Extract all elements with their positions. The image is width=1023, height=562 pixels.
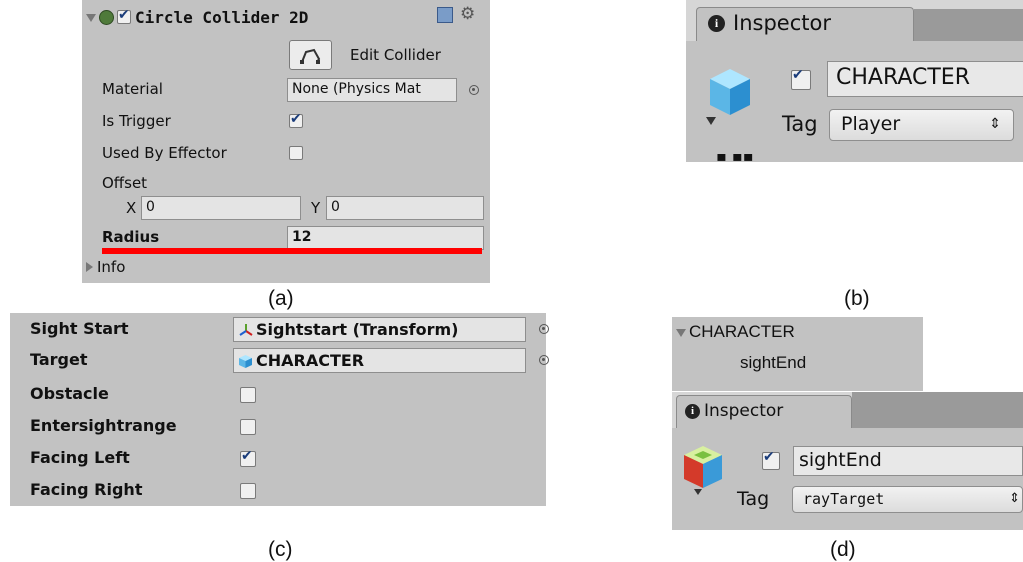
sight-start-picker-icon[interactable] [539, 324, 549, 334]
tag-label: Tag [737, 488, 770, 510]
inspector-body: sightEnd Tag rayTarget ⇕ [672, 428, 1023, 530]
info-icon: i [685, 404, 700, 419]
edit-collider-icon [300, 48, 321, 64]
material-label: Material [102, 80, 163, 98]
sight-start-value: Sightstart (Transform) [256, 320, 459, 339]
edit-collider-label: Edit Collider [350, 46, 441, 64]
hierarchy-foldout-arrow-icon[interactable] [676, 329, 686, 337]
caption-d: (d) [830, 538, 856, 561]
hierarchy-child-item[interactable]: sightEnd [740, 353, 806, 373]
caption-c: (c) [268, 538, 293, 561]
offset-x-label: X [126, 199, 137, 217]
active-checkbox[interactable] [791, 67, 811, 90]
entersightrange-label: Entersightrange [30, 416, 177, 435]
inspector-body: CHARACTER Tag Player ⇕ ▪ ▪▪ [686, 41, 1023, 162]
gameobject-cube-icon [706, 69, 750, 125]
help-book-icon[interactable] [437, 7, 453, 23]
script-fields-panel: Sight Start Sightstart (Transform) Targe… [10, 313, 549, 506]
is-trigger-checkbox[interactable] [289, 111, 303, 128]
transform-axis-icon [239, 324, 253, 336]
obstacle-label: Obstacle [30, 384, 109, 403]
sight-start-label: Sight Start [30, 319, 129, 338]
offset-y-field[interactable]: 0 [326, 196, 484, 220]
target-label: Target [30, 350, 88, 369]
clipped-next-row: ▪ ▪▪ [716, 154, 756, 162]
info-label: Info [97, 258, 126, 276]
hierarchy-parent-item[interactable]: CHARACTER [689, 322, 795, 342]
component-enabled-checkbox[interactable] [117, 7, 131, 24]
facing-left-checkbox[interactable] [240, 448, 256, 467]
offset-x-field[interactable]: 0 [141, 196, 301, 220]
tag-dropdown[interactable]: Player ⇕ [829, 109, 1014, 141]
used-by-effector-label: Used By Effector [102, 144, 227, 162]
gameobject-multicolor-cube-icon [684, 446, 722, 495]
entersightrange-checkbox[interactable] [240, 419, 256, 435]
gameobject-cube-icon [239, 355, 252, 368]
facing-right-label: Facing Right [30, 480, 143, 499]
sight-start-field[interactable]: Sightstart (Transform) [233, 317, 526, 342]
hierarchy-panel: CHARACTER sightEnd [672, 317, 923, 391]
info-foldout-arrow-icon[interactable] [86, 262, 93, 272]
tag-value: Player [841, 113, 901, 135]
material-field[interactable]: None (Physics Mat [287, 78, 457, 102]
tag-dropdown[interactable]: rayTarget ⇕ [792, 486, 1023, 513]
facing-right-checkbox[interactable] [240, 483, 256, 499]
object-picker-icon[interactable] [469, 85, 479, 95]
tab-bar-background [914, 9, 1023, 41]
circle-collider-panel: Circle Collider 2D ⚙ Edit Collider Mater… [82, 0, 490, 283]
gear-icon[interactable]: ⚙ [460, 4, 475, 24]
radius-highlight-underline [102, 248, 482, 254]
offset-label: Offset [102, 174, 148, 192]
radius-field[interactable]: 12 [287, 226, 484, 250]
object-name-field[interactable]: sightEnd [793, 446, 1023, 476]
target-field[interactable]: CHARACTER [233, 348, 526, 373]
is-trigger-label: Is Trigger [102, 112, 171, 130]
facing-left-label: Facing Left [30, 448, 130, 467]
tag-value: rayTarget [803, 490, 885, 508]
component-title: Circle Collider 2D [135, 8, 309, 27]
edit-collider-button[interactable] [289, 40, 332, 70]
foldout-arrow-icon[interactable] [86, 14, 96, 22]
active-checkbox[interactable] [762, 449, 780, 470]
tab-inspector[interactable]: i Inspector [696, 7, 914, 41]
caption-a: (a) [268, 287, 294, 310]
dropdown-arrows-icon: ⇕ [989, 116, 1001, 132]
object-name-field[interactable]: CHARACTER [827, 61, 1023, 97]
tab-label: Inspector [733, 11, 831, 35]
target-value: CHARACTER [256, 351, 365, 370]
used-by-effector-checkbox[interactable] [289, 146, 303, 160]
target-picker-icon[interactable] [539, 355, 549, 365]
inspector-panel-character: i Inspector CHARACTER Tag Player ⇕ ▪ ▪▪ [686, 0, 1023, 162]
caption-b: (b) [844, 287, 870, 310]
tab-label: Inspector [704, 401, 784, 421]
tab-inspector[interactable]: i Inspector [676, 395, 852, 428]
tag-label: Tag [782, 112, 818, 136]
dropdown-arrows-icon: ⇕ [1009, 491, 1020, 506]
offset-y-label: Y [311, 199, 321, 217]
tab-bar-background [852, 392, 1023, 428]
collider-component-icon [99, 10, 114, 25]
obstacle-checkbox[interactable] [240, 387, 256, 403]
radius-label: Radius [102, 228, 160, 246]
inspector-panel-sightend: i Inspector sightEnd Tag rayTarget ⇕ [672, 392, 1023, 530]
info-icon: i [708, 15, 725, 32]
